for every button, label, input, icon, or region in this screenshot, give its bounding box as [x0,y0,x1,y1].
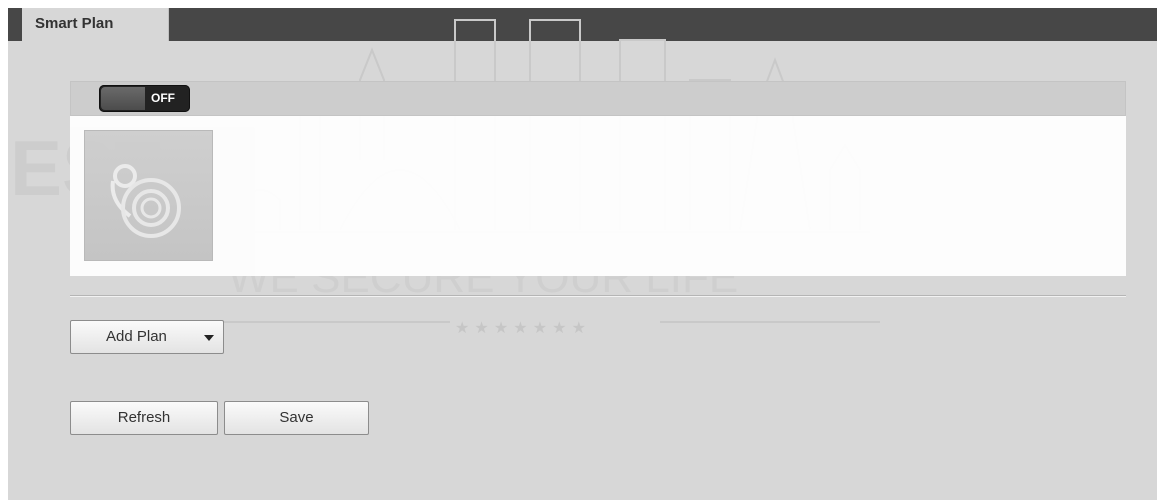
plan-panel [70,116,1126,276]
add-plan-label: Add Plan [106,328,167,345]
toggle-state-label: OFF [151,91,175,105]
smart-plan-target-icon [110,164,181,238]
smart-plan-tile[interactable] [84,130,213,261]
caret-down-icon [204,335,214,341]
toggle-knob [101,87,145,110]
section-divider [70,295,1126,297]
tab-smart-plan[interactable]: Smart Plan [22,8,169,41]
refresh-button[interactable]: Refresh [70,401,218,435]
tab-bar: Smart Plan [8,8,1157,41]
add-plan-dropdown[interactable]: Add Plan [70,320,224,354]
plan-header: OFF [70,81,1126,116]
smart-plan-toggle[interactable]: OFF [99,85,190,112]
save-button[interactable]: Save [224,401,369,435]
